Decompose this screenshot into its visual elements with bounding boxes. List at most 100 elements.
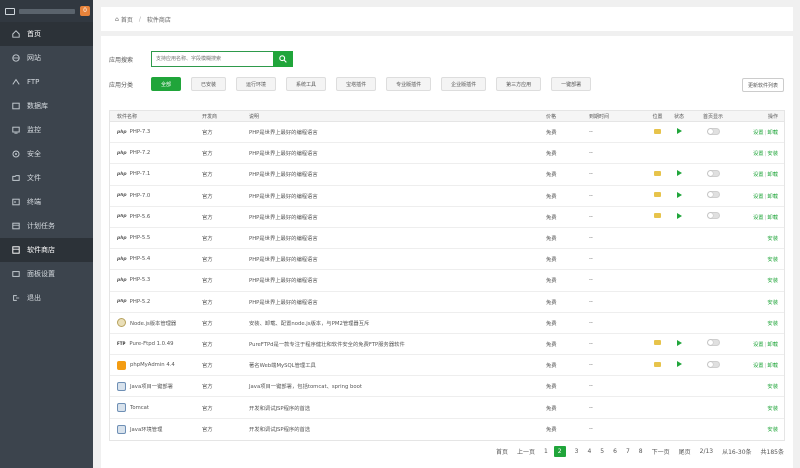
category-tab[interactable]: 运行环境 xyxy=(236,77,277,91)
op-link[interactable]: 安装 xyxy=(767,384,778,390)
software-expire: -- xyxy=(589,277,593,284)
software-expire: -- xyxy=(589,319,593,326)
op-link[interactable]: 卸载 xyxy=(767,363,778,369)
category-tab[interactable]: 系统工具 xyxy=(286,77,327,91)
software-desc: PHP是世界上最好的编程语言 xyxy=(249,172,318,179)
software-name: php PHP-5.5 xyxy=(110,235,195,241)
page-number[interactable]: 2 xyxy=(553,446,566,457)
op-link[interactable]: 设置 xyxy=(753,194,764,200)
op-link[interactable]: 安装 xyxy=(767,278,778,284)
software-desc: PHP是世界上最好的编程语言 xyxy=(249,257,318,264)
page-number[interactable]: 5 xyxy=(600,448,604,455)
page-first[interactable]: 首页 xyxy=(496,447,508,456)
op-link[interactable]: 卸载 xyxy=(767,130,778,136)
op-link[interactable]: 安装 xyxy=(767,257,778,263)
op-link[interactable]: 卸载 xyxy=(767,194,778,200)
category-tab[interactable]: 第三方应用 xyxy=(496,77,542,91)
sidebar-item-4[interactable]: 监控 xyxy=(0,118,93,142)
table-row: php PHP-5.3 官方 PHP是世界上最好的编程语言 免费 -- 安装 xyxy=(110,270,784,292)
sidebar-item-2[interactable]: FTP xyxy=(0,70,93,94)
sidebar-item-label: 退出 xyxy=(27,294,41,302)
op-link[interactable]: 设置 xyxy=(753,172,764,178)
breadcrumb-current: 软件商店 xyxy=(146,16,171,24)
page-number[interactable]: 1 xyxy=(544,448,548,455)
sidebar-item-1[interactable]: 网站 xyxy=(0,46,93,70)
op-link[interactable]: 设置 xyxy=(753,363,764,369)
op-link[interactable]: 安装 xyxy=(767,236,778,242)
op-link[interactable]: 安装 xyxy=(767,151,778,157)
software-expire: -- xyxy=(589,171,593,178)
category-tab[interactable]: 全部 xyxy=(151,77,182,91)
home-display-toggle[interactable] xyxy=(706,360,720,368)
breadcrumb-home[interactable]: 首页 xyxy=(121,15,133,24)
op-link[interactable]: 安装 xyxy=(767,321,778,327)
software-name-label: PHP-7.0 xyxy=(129,192,151,199)
page-next[interactable]: 下一页 xyxy=(652,447,670,456)
sidebar-item-6[interactable]: 文件 xyxy=(0,166,93,190)
op-link[interactable]: 设置 xyxy=(753,342,764,348)
op-link[interactable]: 设置 xyxy=(753,151,764,157)
op-link[interactable]: 卸载 xyxy=(767,342,778,348)
search-button[interactable] xyxy=(273,51,293,67)
home-display-toggle[interactable] xyxy=(706,169,720,177)
ftp-icon: FTP xyxy=(117,339,126,349)
home-display-toggle[interactable] xyxy=(706,191,720,199)
sidebar-item-5[interactable]: 安全 xyxy=(0,142,93,166)
folder-icon[interactable] xyxy=(654,128,661,134)
notification-badge[interactable]: 0 xyxy=(80,6,90,16)
java-icon xyxy=(117,424,126,434)
operation-cell: 设置|卸载 xyxy=(738,128,784,136)
table-row: php PHP-5.4 官方 PHP是世界上最好的编程语言 免费 -- 安装 xyxy=(110,249,784,271)
home-display-toggle[interactable] xyxy=(706,212,720,220)
sidebar-item-8[interactable]: 计划任务 xyxy=(0,214,93,238)
running-status-icon xyxy=(676,170,682,177)
category-tab[interactable]: 专业版插件 xyxy=(386,77,432,91)
sidebar-item-9[interactable]: 软件商店 xyxy=(0,238,93,262)
software-desc: PHP是世界上最好的编程语言 xyxy=(249,193,318,200)
op-link[interactable]: 卸载 xyxy=(767,215,778,221)
software-name: php PHP-5.6 xyxy=(110,214,195,220)
home-display-toggle[interactable] xyxy=(706,127,720,135)
category-tab[interactable]: 一键部署 xyxy=(551,77,592,91)
op-link[interactable]: 安装 xyxy=(767,427,778,433)
page-last[interactable]: 尾页 xyxy=(679,447,691,456)
col-desc: 说明 xyxy=(249,113,260,120)
folder-icon[interactable] xyxy=(654,340,661,346)
home-display-toggle[interactable] xyxy=(706,339,720,347)
op-link[interactable]: 安装 xyxy=(767,300,778,306)
software-dev: 官方 xyxy=(202,130,213,137)
page-number[interactable]: 7 xyxy=(626,448,630,455)
op-link[interactable]: 设置 xyxy=(753,215,764,221)
page-prev[interactable]: 上一页 xyxy=(517,447,535,456)
folder-icon[interactable] xyxy=(654,170,661,176)
page-number[interactable]: 8 xyxy=(639,448,643,455)
page-number[interactable]: 3 xyxy=(575,448,579,455)
sidebar-item-11[interactable]: 退出 xyxy=(0,286,93,310)
category-tab[interactable]: 宝塔插件 xyxy=(336,77,377,91)
op-link[interactable]: 安装 xyxy=(767,406,778,412)
page-total: 共185条 xyxy=(760,449,784,456)
op-link[interactable]: 卸载 xyxy=(767,172,778,178)
search-input[interactable] xyxy=(151,51,273,67)
category-tab[interactable]: 已安装 xyxy=(191,77,227,91)
sidebar-item-10[interactable]: 面板设置 xyxy=(0,262,93,286)
table-row: Java环境管理 官方 开发和调试JSP程序的首选 免费 -- 安装 xyxy=(110,419,784,440)
update-list-button[interactable]: 更新软件列表 xyxy=(741,78,784,92)
software-price: 免费 xyxy=(546,363,557,370)
server-logo-icon xyxy=(5,7,15,15)
sidebar-item-7[interactable]: 终端 xyxy=(0,190,93,214)
page-number[interactable]: 4 xyxy=(587,448,591,455)
folder-icon[interactable] xyxy=(654,192,661,198)
sidebar-item-0[interactable]: 首页 xyxy=(0,22,93,46)
search-icon xyxy=(279,55,287,63)
folder-icon[interactable] xyxy=(654,213,661,219)
page-range: 从16-30条 xyxy=(722,449,752,456)
operation-cell: 安装 xyxy=(738,298,784,306)
category-tab[interactable]: 企业版插件 xyxy=(441,77,487,91)
location-cell xyxy=(645,213,670,220)
sidebar-item-3[interactable]: 数据库 xyxy=(0,94,93,118)
op-link[interactable]: 设置 xyxy=(753,130,764,136)
database-icon xyxy=(11,102,20,111)
page-number[interactable]: 6 xyxy=(613,448,617,455)
folder-icon[interactable] xyxy=(654,361,661,367)
